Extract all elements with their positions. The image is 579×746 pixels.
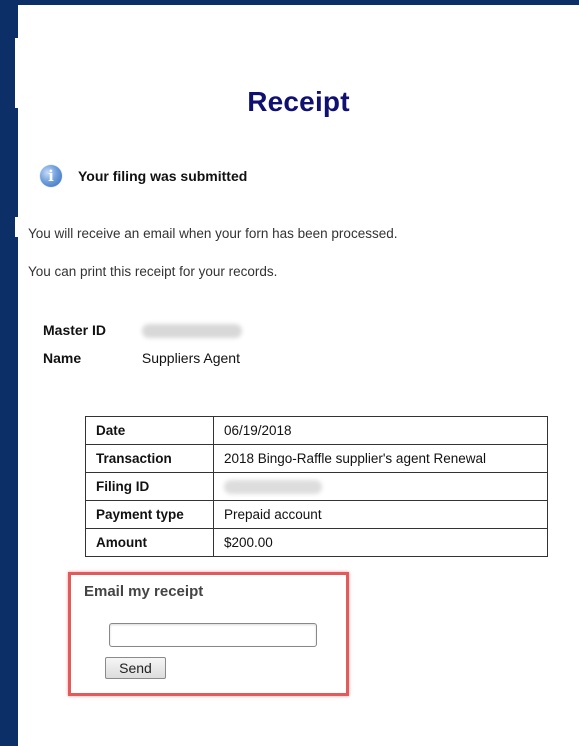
email-notice-message: You will receive an email when your forn…: [28, 226, 398, 241]
master-id-label: Master ID: [43, 322, 107, 338]
send-button[interactable]: Send: [105, 657, 166, 679]
payment-type-label: Payment type: [85, 500, 214, 529]
receipt-table: Date 06/19/2018 Transaction 2018 Bingo-R…: [85, 416, 548, 557]
filing-id-label: Filing ID: [85, 472, 214, 501]
filing-id-redacted: [224, 480, 322, 495]
email-receipt-title: Email my receipt: [84, 583, 204, 600]
submission-notice: i Your filing was submitted: [40, 165, 247, 187]
table-row: Transaction 2018 Bingo-Raffle supplier's…: [85, 444, 548, 473]
receipt-page: Receipt i Your filing was submitted You …: [18, 5, 579, 746]
notice-text: Your filing was submitted: [78, 168, 248, 184]
name-value: Suppliers Agent: [141, 350, 240, 366]
email-input[interactable]: [109, 623, 317, 647]
name-row: Name Suppliers Agent: [43, 350, 240, 366]
table-row: Date 06/19/2018: [85, 416, 548, 445]
table-row: Amount $200.00: [85, 528, 548, 557]
page-title: Receipt: [247, 86, 350, 117]
info-icon: i: [40, 165, 62, 187]
amount-value: $200.00: [213, 528, 548, 557]
transaction-label: Transaction: [85, 444, 214, 473]
print-notice-message: You can print this receipt for your reco…: [28, 264, 278, 279]
payment-type-value: Prepaid account: [213, 500, 548, 529]
date-value: 06/19/2018: [213, 416, 548, 445]
email-receipt-section: Email my receipt Send: [68, 572, 349, 696]
table-row: Payment type Prepaid account: [85, 500, 548, 529]
filing-id-value: [213, 472, 548, 501]
table-row: Filing ID: [85, 472, 548, 501]
amount-label: Amount: [85, 528, 214, 557]
name-label: Name: [43, 350, 82, 366]
date-label: Date: [85, 416, 214, 445]
master-id-redacted: [141, 324, 242, 339]
transaction-value: 2018 Bingo-Raffle supplier's agent Renew…: [213, 444, 548, 473]
master-id-row: Master ID: [43, 322, 242, 339]
